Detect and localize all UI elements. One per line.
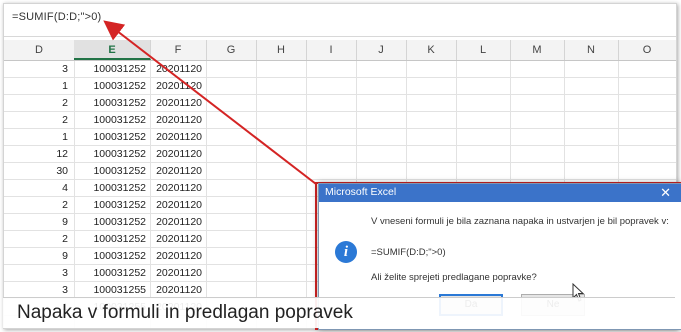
cell-e[interactable]: 100031252 — [74, 78, 146, 94]
cell-e[interactable]: 100031252 — [74, 265, 146, 281]
cell-d[interactable]: 3 — [4, 265, 68, 281]
cell-f[interactable]: 20201120 — [150, 163, 202, 179]
column-header-e[interactable]: E — [74, 40, 151, 60]
table-row: 12 100031252 20201120 — [4, 146, 676, 163]
cell-e[interactable]: 100031252 — [74, 95, 146, 111]
cell-d[interactable]: 1 — [4, 78, 68, 94]
column-header-l[interactable]: L — [456, 40, 511, 60]
cell-e[interactable]: 100031252 — [74, 61, 146, 77]
close-icon[interactable]: ✕ — [660, 184, 671, 202]
cell-e[interactable]: 100031252 — [74, 231, 146, 247]
cell-f[interactable]: 20201120 — [150, 95, 202, 111]
formula-bar[interactable]: =SUMIF(D:D;">0) — [4, 4, 676, 37]
cell-d[interactable]: 9 — [4, 248, 68, 264]
table-row: 2 100031252 20201120 — [4, 95, 676, 112]
cell-d[interactable]: 9 — [4, 214, 68, 230]
cell-f[interactable]: 20201120 — [150, 214, 202, 230]
table-row: 2 100031252 20201120 — [4, 112, 676, 129]
cell-d[interactable]: 2 — [4, 197, 68, 213]
cell-e[interactable]: 100031252 — [74, 129, 146, 145]
column-header-h[interactable]: H — [256, 40, 307, 60]
column-header-f[interactable]: F — [150, 40, 207, 60]
cell-f[interactable]: 20201120 — [150, 265, 202, 281]
column-header-j[interactable]: J — [356, 40, 407, 60]
column-header-n[interactable]: N — [564, 40, 619, 60]
cell-f[interactable]: 20201120 — [150, 180, 202, 196]
cell-f[interactable]: 20201120 — [150, 282, 202, 298]
cell-e[interactable]: 100031252 — [74, 163, 146, 179]
cell-f[interactable]: 20201120 — [150, 146, 202, 162]
cell-e[interactable]: 100031252 — [74, 248, 146, 264]
caption-text: Napaka v formuli in predlagan popravek — [17, 302, 353, 323]
cell-f[interactable]: 20201120 — [150, 61, 202, 77]
column-header-d[interactable]: D — [4, 40, 75, 60]
cell-f[interactable]: 20201120 — [150, 129, 202, 145]
column-header-i[interactable]: I — [306, 40, 357, 60]
cell-d[interactable]: 3 — [4, 61, 68, 77]
cell-e[interactable]: 100031255 — [74, 282, 146, 298]
table-row: 1 100031252 20201120 — [4, 129, 676, 146]
column-header-m[interactable]: M — [510, 40, 565, 60]
cell-f[interactable]: 20201120 — [150, 112, 202, 128]
cell-d[interactable]: 4 — [4, 180, 68, 196]
dialog-message: V vneseni formuli je bila zaznana napaka… — [371, 216, 669, 227]
cell-e[interactable]: 100031252 — [74, 214, 146, 230]
column-header-row: D E F G H I J K L M N O — [4, 40, 676, 61]
cell-d[interactable]: 1 — [4, 129, 68, 145]
cell-f[interactable]: 20201120 — [150, 197, 202, 213]
formula-text[interactable]: =SUMIF(D:D;">0) — [12, 11, 101, 23]
cell-e[interactable]: 100031252 — [74, 180, 146, 196]
dialog-question: Ali želite sprejeti predlagane popravke? — [371, 272, 537, 283]
info-icon: i — [335, 241, 357, 263]
caption-bar: Napaka v formuli in predlagan popravek — [3, 297, 675, 328]
cell-d[interactable]: 2 — [4, 95, 68, 111]
table-row: 3 100031252 20201120 — [4, 61, 676, 78]
cell-e[interactable]: 100031252 — [74, 197, 146, 213]
column-header-g[interactable]: G — [206, 40, 257, 60]
cell-e[interactable]: 100031252 — [74, 112, 146, 128]
cell-d[interactable]: 2 — [4, 231, 68, 247]
dialog-title-bar[interactable]: Microsoft Excel ✕ — [319, 184, 681, 202]
cell-d[interactable]: 2 — [4, 112, 68, 128]
column-header-k[interactable]: K — [406, 40, 457, 60]
corrected-formula: =SUMIF(D:D;">0) — [371, 247, 446, 258]
dialog-title: Microsoft Excel — [325, 186, 397, 198]
cell-d[interactable]: 3 — [4, 282, 68, 298]
table-row: 1 100031252 20201120 — [4, 78, 676, 95]
cell-d[interactable]: 30 — [4, 163, 68, 179]
cell-f[interactable]: 20201120 — [150, 78, 202, 94]
table-row: 30 100031252 20201120 — [4, 163, 676, 180]
cell-e[interactable]: 100031252 — [74, 146, 146, 162]
cell-f[interactable]: 20201120 — [150, 231, 202, 247]
cell-f[interactable]: 20201120 — [150, 248, 202, 264]
cell-d[interactable]: 12 — [4, 146, 68, 162]
column-header-o[interactable]: O — [618, 40, 676, 60]
